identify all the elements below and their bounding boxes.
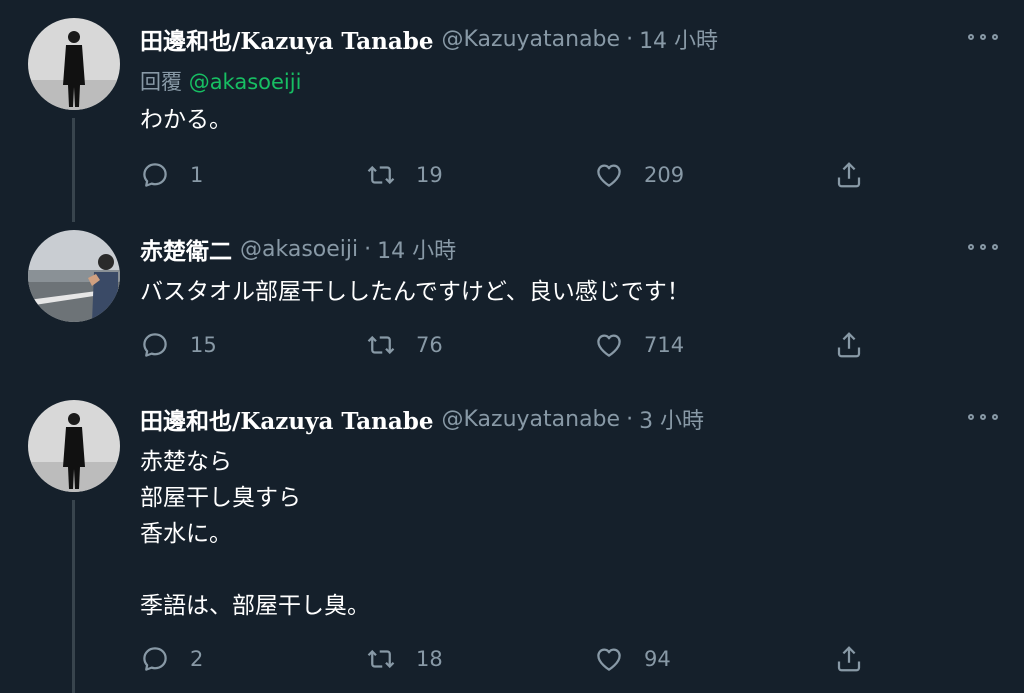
tweet-header: 田邊和也/Kazuya Tanabe @Kazuyatanabe · 3 小時 xyxy=(140,402,704,436)
author-handle[interactable]: @Kazuyatanabe xyxy=(442,27,621,52)
more-icon[interactable] xyxy=(968,27,998,47)
retweet-icon xyxy=(366,644,396,674)
timestamp[interactable]: 14 小時 xyxy=(639,23,718,55)
share-icon xyxy=(834,160,864,190)
like-icon xyxy=(594,644,624,674)
retweet-icon xyxy=(366,330,396,360)
like-button[interactable]: 94 xyxy=(594,643,671,675)
tweet-text: バスタオル部屋干ししたんですけど、良い感じです！ xyxy=(140,279,690,305)
tweet[interactable]: 田邊和也/Kazuya Tanabe @Kazuyatanabe · 3 小時 … xyxy=(0,392,1024,693)
tweet-text: わかる。 xyxy=(140,107,232,133)
retweet-button[interactable]: 19 xyxy=(366,159,443,191)
author-name[interactable]: 田邊和也/Kazuya Tanabe xyxy=(140,22,434,56)
reply-icon xyxy=(140,160,170,190)
avatar[interactable] xyxy=(28,400,120,492)
separator: · xyxy=(364,236,372,262)
tweet-text: 赤楚なら 部屋干し臭すら 香水に。 季語は、部屋干し臭。 xyxy=(140,449,370,619)
retweet-count: 76 xyxy=(416,333,443,357)
retweet-count: 19 xyxy=(416,163,443,187)
like-count: 714 xyxy=(644,333,685,357)
thread-line xyxy=(72,500,75,693)
like-count: 209 xyxy=(644,163,685,187)
author-handle[interactable]: @Kazuyatanabe xyxy=(442,407,621,432)
avatar[interactable] xyxy=(28,230,120,322)
like-count: 94 xyxy=(644,647,671,671)
retweet-icon xyxy=(366,160,396,190)
author-handle[interactable]: @akasoeiji xyxy=(240,237,358,262)
tweet-actions: 15 76 714 xyxy=(140,329,880,361)
more-icon[interactable] xyxy=(968,237,998,257)
share-icon xyxy=(834,644,864,674)
share-icon xyxy=(834,330,864,360)
like-button[interactable]: 714 xyxy=(594,329,684,361)
share-button[interactable] xyxy=(834,643,884,675)
tweet[interactable]: 田邊和也/Kazuya Tanabe @Kazuyatanabe · 14 小時… xyxy=(0,0,1024,222)
reply-button[interactable]: 2 xyxy=(140,643,203,675)
tweet-actions: 1 19 209 xyxy=(140,159,880,191)
more-icon[interactable] xyxy=(968,407,998,427)
reply-icon xyxy=(140,330,170,360)
tweet-header: 赤楚衛二 @akasoeiji · 14 小時 xyxy=(140,232,456,266)
tweet-actions: 2 18 94 xyxy=(140,643,880,675)
reply-count: 15 xyxy=(190,333,217,357)
author-name[interactable]: 田邊和也/Kazuya Tanabe xyxy=(140,402,434,436)
separator: · xyxy=(626,406,634,432)
like-icon xyxy=(594,330,624,360)
reply-prefix: 回覆 xyxy=(140,70,182,94)
timestamp[interactable]: 3 小時 xyxy=(639,403,704,435)
reply-context: 回覆 @akasoeiji xyxy=(140,66,301,96)
reply-count: 2 xyxy=(190,647,204,671)
reply-icon xyxy=(140,644,170,674)
thread-line xyxy=(72,118,75,222)
reply-button[interactable]: 1 xyxy=(140,159,203,191)
retweet-count: 18 xyxy=(416,647,443,671)
avatar[interactable] xyxy=(28,18,120,110)
share-button[interactable] xyxy=(834,159,884,191)
tweet[interactable]: 赤楚衛二 @akasoeiji · 14 小時 バスタオル部屋干ししたんですけど… xyxy=(0,222,1024,392)
reply-mention[interactable]: @akasoeiji xyxy=(189,70,302,94)
timestamp[interactable]: 14 小時 xyxy=(377,233,456,265)
reply-button[interactable]: 15 xyxy=(140,329,217,361)
like-icon xyxy=(594,160,624,190)
like-button[interactable]: 209 xyxy=(594,159,684,191)
share-button[interactable] xyxy=(834,329,884,361)
reply-count: 1 xyxy=(190,163,204,187)
retweet-button[interactable]: 18 xyxy=(366,643,443,675)
tweet-header: 田邊和也/Kazuya Tanabe @Kazuyatanabe · 14 小時 xyxy=(140,22,718,56)
retweet-button[interactable]: 76 xyxy=(366,329,443,361)
author-name[interactable]: 赤楚衛二 xyxy=(140,232,232,266)
separator: · xyxy=(626,26,634,52)
